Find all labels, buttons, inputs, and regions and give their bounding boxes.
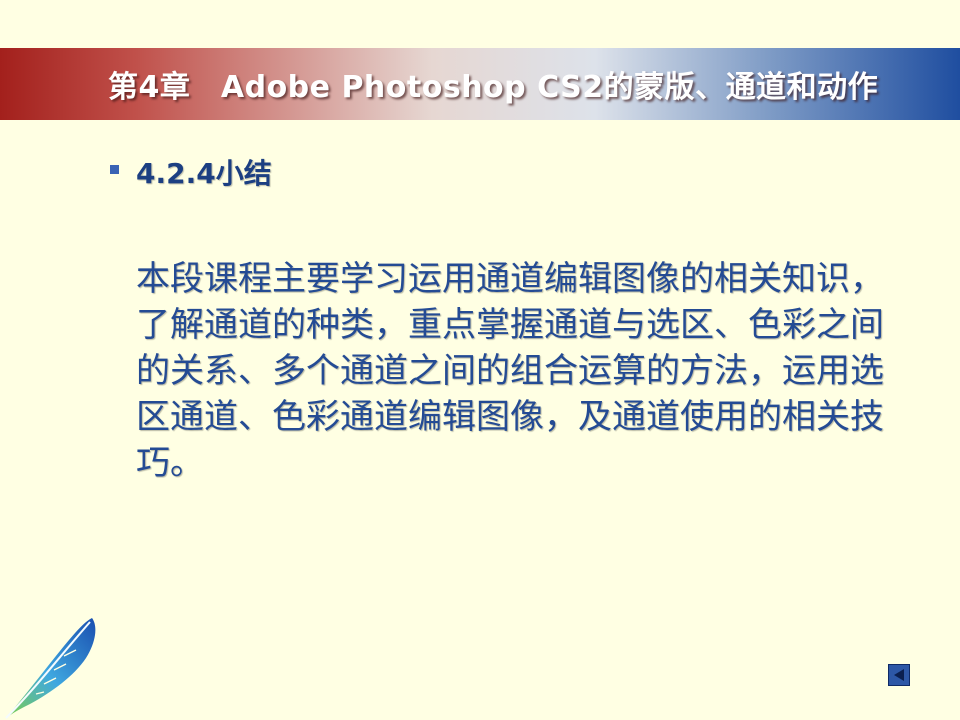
bullet-icon [110,165,119,174]
prev-slide-button[interactable] [888,664,910,686]
summary-paragraph: 本段课程主要学习运用通道编辑图像的相关知识，了解通道的种类，重点掌握通道与选区、… [136,259,884,483]
section-heading: 4.2.4小结 [136,157,272,190]
feather-icon [5,618,96,719]
slide-title: 第4章 Adobe Photoshop CS2的蒙版、通道和动作 [108,70,879,105]
triangle-left-icon [894,669,904,681]
